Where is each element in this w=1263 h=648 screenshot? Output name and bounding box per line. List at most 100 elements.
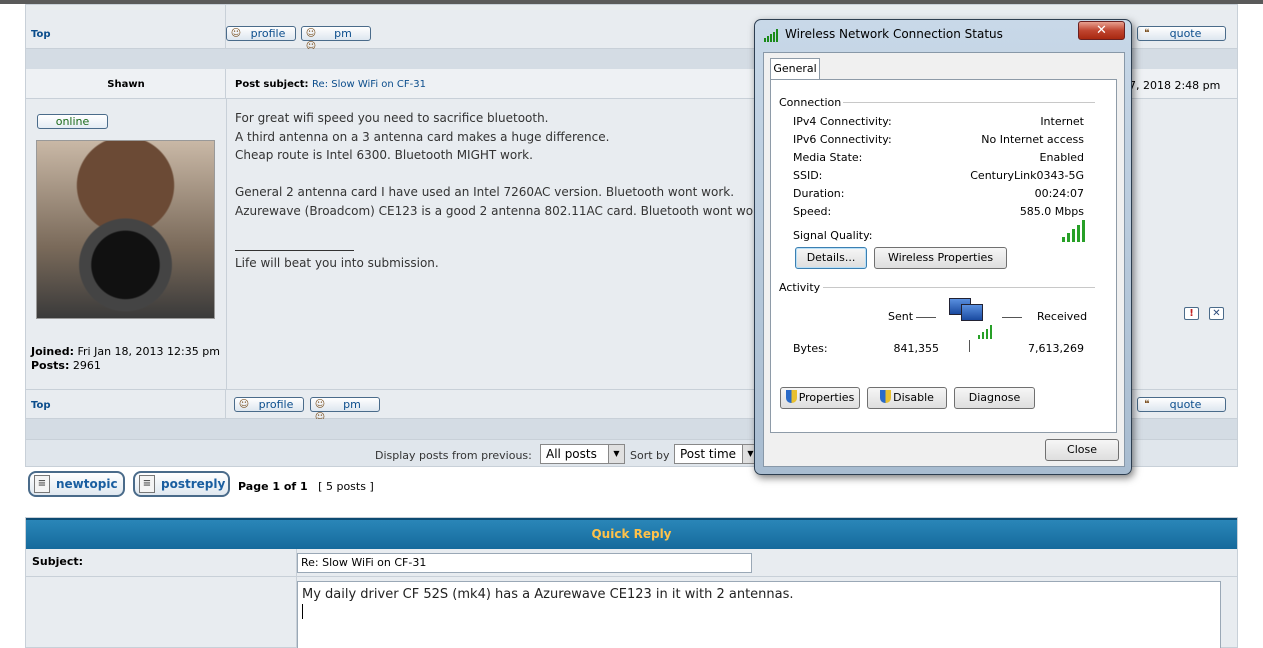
quote-button[interactable]: ❝ quote xyxy=(1137,26,1226,41)
pagination: Page 1 of 1 [ 5 posts ] xyxy=(238,480,374,493)
divider xyxy=(843,102,1095,103)
bytes-sent-value: 841,355 xyxy=(893,342,940,355)
post-line: A third antenna on a 3 antenna card make… xyxy=(235,129,610,144)
document-icon: ≡ xyxy=(34,475,50,493)
quote-icon: ❝ xyxy=(1144,28,1150,39)
quote-label: quote xyxy=(1169,27,1202,40)
post-count: [ 5 posts ] xyxy=(318,480,374,493)
tab-general[interactable]: General xyxy=(770,58,820,80)
bytes-label: Bytes: xyxy=(793,342,828,355)
signal-bars-icon xyxy=(1062,220,1092,242)
post-author: Shawn xyxy=(107,79,145,90)
users-icon: ☺☺ xyxy=(314,399,326,423)
wifi-signal-icon xyxy=(764,29,780,42)
display-value: All posts xyxy=(546,447,597,461)
new-topic-label: newtopic xyxy=(56,477,118,491)
pm-button[interactable]: ☺☺ pm xyxy=(301,26,371,52)
diagnose-button[interactable]: Diagnose xyxy=(954,387,1035,409)
post-line: General 2 antenna card I have used an In… xyxy=(235,185,735,199)
signal-small-icon xyxy=(978,325,996,339)
subject-label: Post subject: xyxy=(235,79,309,90)
avatar xyxy=(36,140,215,319)
screen: Top ☺ profile ☺☺ pm ❝ quote Shawn Post subj… xyxy=(0,0,1263,648)
subject-row: Subject: Re: Slow WiFi on CF-31 xyxy=(26,549,1237,577)
received-label: Received xyxy=(1037,310,1088,323)
posts-value: 2961 xyxy=(72,359,101,372)
document-icon: ≡ xyxy=(139,475,155,493)
post-subject: Post subject: Re: Slow WiFi on CF-31 xyxy=(235,79,426,90)
media-state-value: Enabled xyxy=(1039,151,1084,164)
display-select[interactable]: All posts ▼ xyxy=(540,444,625,464)
pm-label: pm xyxy=(343,398,361,411)
disable-button[interactable]: Disable xyxy=(867,387,947,409)
wireless-properties-button[interactable]: Wireless Properties xyxy=(874,247,1007,269)
speed-value: 585.0 Mbps xyxy=(1019,205,1084,218)
quote-icon: ❝ xyxy=(1144,399,1150,410)
post-line: Azurewave (Broadcom) CE123 is a good 2 a… xyxy=(235,203,769,218)
post-reply-button[interactable]: ≡ postreply xyxy=(133,471,230,497)
signature: Life will beat you into submission. xyxy=(235,256,439,270)
duration-label: Duration: xyxy=(793,187,845,200)
divider xyxy=(823,287,1095,288)
ipv4-label: IPv4 Connectivity: xyxy=(793,115,892,128)
text-cursor xyxy=(302,604,303,619)
divider xyxy=(916,317,936,318)
user-icon: ☺ xyxy=(238,399,250,410)
properties-button[interactable]: Properties xyxy=(780,387,860,409)
author-info: Joined: Fri Jan 18, 2013 12:35 pm Posts:… xyxy=(31,345,221,373)
subject-input[interactable]: Re: Slow WiFi on CF-31 xyxy=(297,553,752,573)
signature-divider xyxy=(235,250,354,251)
joined-label: Joined: xyxy=(31,345,74,358)
warn-icon[interactable]: ✕ xyxy=(1209,307,1224,320)
column-divider xyxy=(226,99,227,389)
bytes-received-value: 7,613,269 xyxy=(1028,342,1084,355)
profile-label: profile xyxy=(250,27,286,40)
quick-reply-panel: Quick Reply Subject: Re: Slow WiFi on CF… xyxy=(25,517,1238,648)
ssid-value: CenturyLink0343-5G xyxy=(970,169,1084,182)
media-state-label: Media State: xyxy=(793,151,863,164)
chevron-down-icon: ▼ xyxy=(608,445,624,463)
report-icon[interactable]: ! xyxy=(1184,307,1199,320)
activity-group-label: Activity xyxy=(779,281,821,294)
subject-link[interactable]: Re: Slow WiFi on CF-31 xyxy=(312,79,426,90)
profile-label: profile xyxy=(258,398,294,411)
pm-button[interactable]: ☺☺ pm xyxy=(310,397,380,423)
profile-button[interactable]: ☺ profile xyxy=(226,26,296,41)
new-topic-button[interactable]: ≡ newtopic xyxy=(28,471,125,497)
close-icon[interactable]: ✕ xyxy=(1078,21,1125,40)
display-label: Display posts from previous: xyxy=(375,449,532,462)
post-line xyxy=(235,165,769,184)
close-button[interactable]: Close xyxy=(1045,439,1119,461)
quote-button[interactable]: ❝ quote xyxy=(1137,397,1226,412)
sort-value: Post time xyxy=(680,447,737,461)
divider xyxy=(969,340,970,352)
divider xyxy=(1002,317,1022,318)
message-textarea[interactable]: My daily driver CF 52S (mk4) has a Azure… xyxy=(297,581,1221,648)
sort-label: Sort by xyxy=(630,449,670,462)
top-link[interactable]: Top xyxy=(31,29,51,40)
disable-label: Disable xyxy=(893,391,934,404)
properties-label: Properties xyxy=(798,391,855,404)
sort-select[interactable]: Post time ▼ xyxy=(674,444,759,464)
signal-quality-label: Signal Quality: xyxy=(793,229,873,242)
footer-left-cell xyxy=(26,5,226,48)
dialog-body: General Connection IPv4 Connectivity: In… xyxy=(763,52,1125,467)
pm-label: pm xyxy=(334,27,352,40)
message-text: My daily driver CF 52S (mk4) has a Azure… xyxy=(302,587,794,602)
details-button[interactable]: Details... xyxy=(795,247,867,269)
profile-button[interactable]: ☺ profile xyxy=(234,397,304,412)
general-tab-panel: Connection IPv4 Connectivity: Internet I… xyxy=(770,79,1117,433)
post-date: 7, 2018 2:48 pm xyxy=(1129,79,1221,92)
post-reply-label: postreply xyxy=(161,477,226,491)
speed-label: Speed: xyxy=(793,205,832,218)
users-icon: ☺☺ xyxy=(305,28,317,52)
ssid-label: SSID: xyxy=(793,169,823,182)
message-row: My daily driver CF 52S (mk4) has a Azure… xyxy=(26,577,1237,648)
wireless-status-dialog: Wireless Network Connection Status ✕ Gen… xyxy=(754,19,1132,475)
top-link[interactable]: Top xyxy=(31,400,51,411)
user-icon: ☺ xyxy=(230,28,242,39)
quick-reply-title: Quick Reply xyxy=(26,518,1237,549)
subject-label: Subject: xyxy=(32,555,84,568)
posts-label: Posts: xyxy=(31,359,70,372)
ipv6-value: No Internet access xyxy=(981,133,1084,146)
